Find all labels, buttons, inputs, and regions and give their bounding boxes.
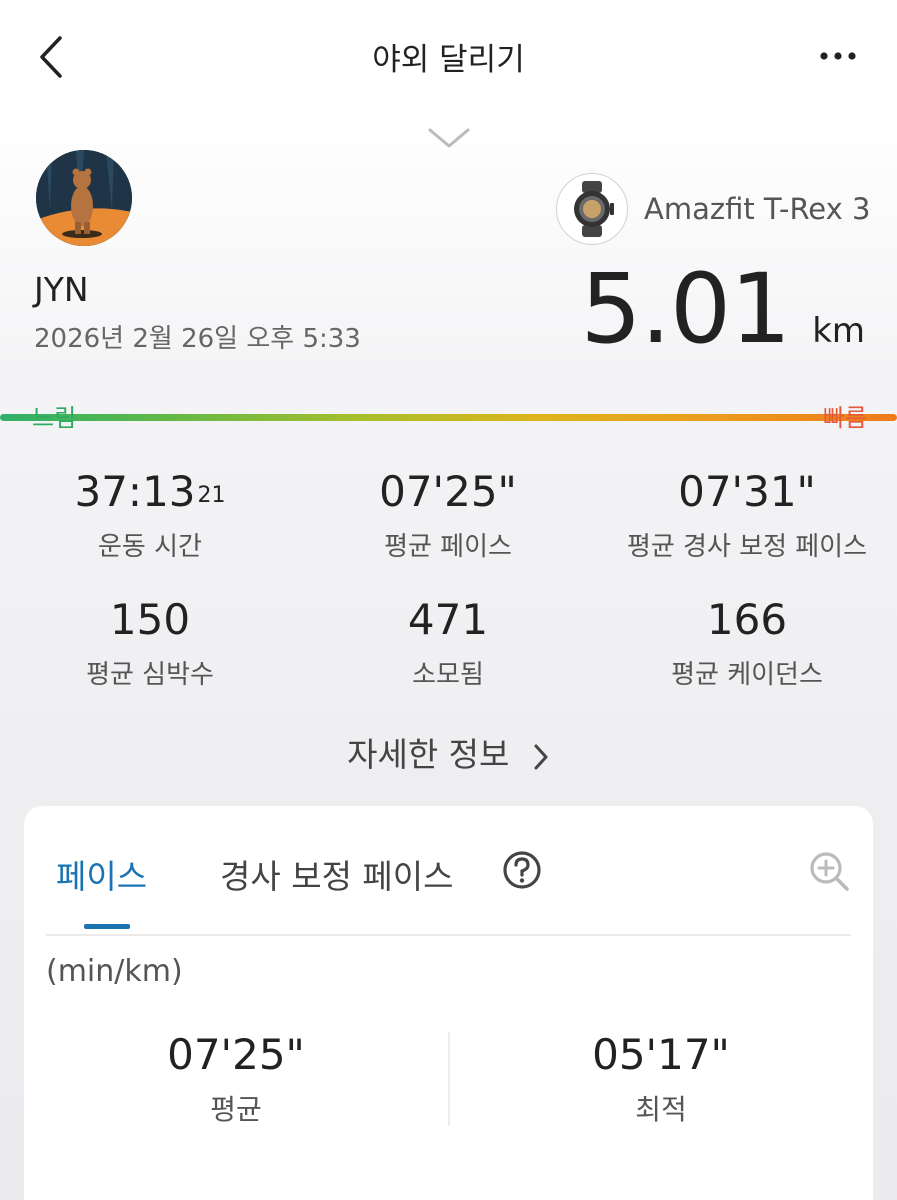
pace-gradient-bar (0, 414, 897, 421)
details-link-label: 자세한 정보 (347, 735, 510, 774)
stat-calories: 471 소모됨 (298, 592, 598, 691)
avatar[interactable] (36, 150, 132, 246)
stat-duration-fraction: 21 (197, 483, 226, 508)
stat-duration-main: 37:13 (74, 467, 196, 516)
page-title: 야외 달리기 (372, 42, 525, 78)
help-icon (503, 851, 541, 889)
distance-display: 5.01 km (580, 254, 865, 364)
summary-label: 최적 (635, 1093, 687, 1126)
stat-value: 07'31" (678, 467, 816, 516)
summary-average: 07'25" 평균 (24, 1028, 448, 1128)
zoom-in-icon (810, 852, 849, 891)
tab-pace[interactable]: 페이스 (56, 850, 147, 898)
tab-grade-adjusted-pace[interactable]: 경사 보정 페이스 (220, 850, 454, 898)
stat-value: 150 (109, 595, 191, 644)
stat-value: 37:1321 (0, 464, 300, 520)
stat-avg-heart-rate: 150 평균 심박수 (0, 592, 300, 691)
stat-avg-grade-adjusted-pace: 07'31" 평균 경사 보정 페이스 (597, 464, 897, 563)
details-link[interactable]: 자세한 정보 (0, 728, 897, 776)
pace-slow-label: 느림 (32, 404, 77, 432)
summary-value: 07'25" (167, 1030, 305, 1079)
distance-value: 5.01 (580, 253, 791, 365)
bear-avatar-image (36, 150, 132, 246)
username: JYN (34, 270, 89, 309)
chevron-right-icon (534, 744, 548, 769)
chevron-down-icon (428, 128, 470, 148)
tab-divider (46, 934, 851, 936)
stat-avg-cadence: 166 평균 케이던스 (597, 592, 897, 691)
device-chip[interactable]: Amazfit T-Rex 3 (556, 172, 870, 246)
stat-value: 07'25" (379, 467, 517, 516)
stat-label: 운동 시간 (98, 532, 202, 562)
stat-label: 소모됨 (412, 660, 484, 690)
stat-label: 평균 페이스 (384, 532, 512, 562)
stat-label: 평균 심박수 (86, 660, 214, 690)
distance-unit: km (812, 311, 865, 351)
workout-sheet: Amazfit T-Rex 3 JYN 2026년 2월 26일 오후 5:33… (0, 112, 897, 1200)
collapse-button[interactable] (426, 124, 472, 152)
active-tab-indicator (84, 924, 130, 929)
summary-value: 05'17" (592, 1030, 730, 1079)
stat-label: 평균 경사 보정 페이스 (626, 532, 868, 562)
stat-avg-pace: 07'25" 평균 페이스 (298, 464, 598, 563)
more-icon (820, 52, 856, 60)
watch-thumbnail (556, 173, 628, 245)
stat-value: 166 (706, 595, 788, 644)
device-name: Amazfit T-Rex 3 (644, 192, 871, 226)
summary-best: 05'17" 최적 (449, 1028, 873, 1128)
stat-label: 평균 케이던스 (671, 660, 823, 690)
more-button[interactable] (812, 34, 866, 78)
pace-unit-label: (min/km) (46, 954, 183, 989)
zoom-button[interactable] (808, 850, 850, 892)
pace-card: 페이스 경사 보정 페이스 (min/km) 07'25" 평균 05'17" … (24, 806, 873, 1200)
stat-value: 471 (407, 595, 489, 644)
workout-datetime: 2026년 2월 26일 오후 5:33 (34, 324, 361, 354)
top-bar: 야외 달리기 (0, 0, 897, 112)
help-button[interactable] (502, 850, 542, 890)
watch-icon (574, 181, 614, 237)
summary-label: 평균 (210, 1093, 262, 1126)
stat-duration: 37:1321 운동 시간 (0, 464, 300, 563)
pace-fast-label: 빠름 (822, 404, 867, 432)
